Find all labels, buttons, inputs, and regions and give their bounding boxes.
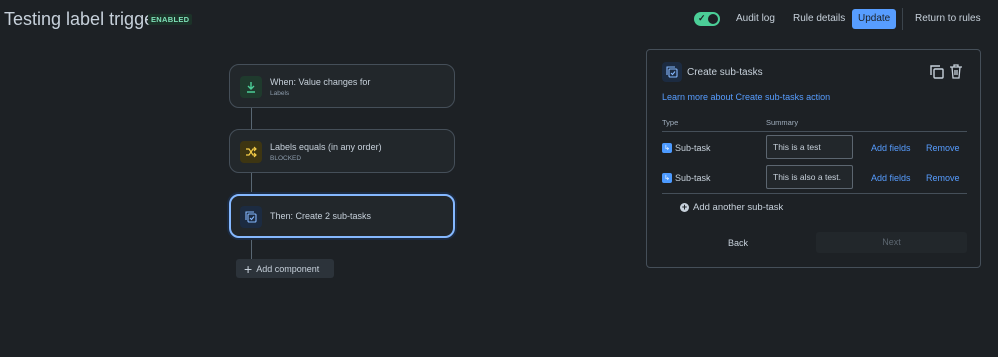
trash-icon[interactable]	[949, 64, 963, 79]
action-node[interactable]: Then: Create 2 sub-tasks	[229, 194, 455, 238]
add-component-label: Add component	[256, 263, 320, 274]
copy-icon[interactable]	[930, 65, 944, 79]
add-another-subtask-button[interactable]: + Add another sub-task	[680, 202, 783, 213]
subtask-type-icon: ↳	[662, 173, 672, 183]
node-title: Then: Create 2 sub-tasks	[270, 211, 372, 221]
trigger-node[interactable]: When: Value changes for Labels	[229, 64, 455, 108]
table-row: ↳ Sub-task Add fields Remove	[662, 135, 967, 161]
divider	[662, 131, 967, 132]
check-icon: ✓	[698, 13, 706, 23]
node-subtitle: Labels	[270, 90, 290, 97]
flow-connector	[251, 108, 252, 130]
shuffle-icon	[240, 141, 262, 163]
plus-icon: +	[244, 260, 253, 277]
table-row: ↳ Sub-task Add fields Remove	[662, 165, 967, 191]
summary-input[interactable]	[766, 135, 853, 159]
flow-connector	[251, 238, 252, 260]
back-button[interactable]: Back	[728, 238, 748, 248]
add-component-button[interactable]: + Add component	[236, 259, 334, 278]
flow-connector	[251, 173, 252, 195]
subtask-type: Sub-task	[675, 143, 711, 153]
subtask-icon	[240, 206, 262, 228]
audit-log-button[interactable]: Audit log	[730, 9, 781, 29]
divider	[662, 193, 967, 194]
add-circle-icon: +	[680, 202, 689, 212]
condition-node[interactable]: Labels equals (in any order) BLOCKED	[229, 129, 455, 173]
column-header-summary: Summary	[766, 118, 799, 127]
remove-link[interactable]: Remove	[926, 143, 960, 153]
field-change-icon	[240, 76, 262, 98]
summary-input[interactable]	[766, 165, 853, 189]
add-fields-link[interactable]: Add fields	[871, 143, 911, 153]
create-subtasks-panel: Create sub-tasks Learn more about Create…	[646, 49, 981, 268]
subtask-type: Sub-task	[675, 173, 711, 183]
node-subtitle: BLOCKED	[270, 155, 302, 162]
panel-title: Create sub-tasks	[687, 67, 763, 78]
column-header-type: Type	[662, 118, 679, 127]
add-another-subtask-label: Add another sub-task	[693, 202, 784, 213]
learn-more-link[interactable]: Learn more about Create sub-tasks action	[662, 92, 830, 102]
page-title: Testing label trigger	[4, 9, 161, 29]
status-badge: ENABLED	[148, 14, 193, 25]
next-button[interactable]: Next	[816, 232, 967, 253]
update-button[interactable]: Update	[852, 9, 897, 29]
subtask-type-icon: ↳	[662, 143, 672, 153]
toggle-knob	[708, 14, 718, 24]
node-title: When: Value changes for	[270, 77, 371, 87]
rule-details-button[interactable]: Rule details	[787, 9, 851, 29]
remove-link[interactable]: Remove	[926, 173, 960, 183]
header-divider	[902, 8, 903, 30]
node-title: Labels equals (in any order)	[270, 142, 382, 152]
rule-enabled-toggle[interactable]: ✓	[694, 12, 720, 26]
subtask-icon	[662, 62, 682, 82]
add-fields-link[interactable]: Add fields	[871, 173, 911, 183]
return-to-rules-button[interactable]: Return to rules	[909, 9, 987, 29]
